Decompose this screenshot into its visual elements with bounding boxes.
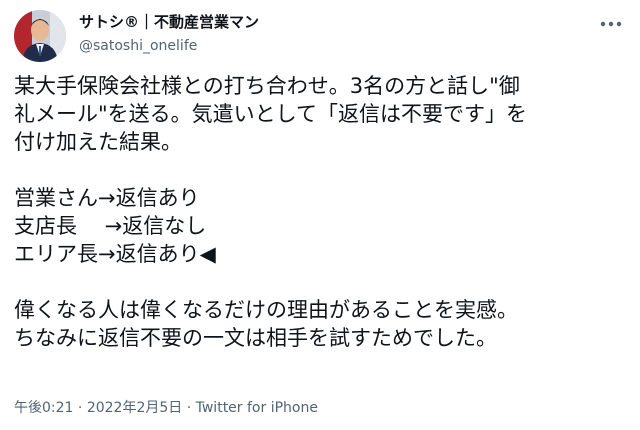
tweet-card: サトシ®｜不動産営業マン @satoshi_onelife 某大手保険会社様との…	[0, 0, 640, 430]
tweet-line: エリア長→返信あり◀	[14, 242, 216, 266]
meta-separator: ·	[182, 400, 196, 416]
tweet-line: 支店長 →返信なし	[14, 214, 207, 238]
avatar[interactable]	[14, 10, 66, 62]
more-dots-icon[interactable]	[596, 14, 626, 34]
tweet-header: サトシ®｜不動産営業マン @satoshi_onelife	[14, 8, 626, 62]
tweet-source[interactable]: Twitter for iPhone	[196, 400, 318, 416]
tweet-date[interactable]: 2022年2月5日	[87, 400, 182, 416]
tweet-line: ちなみに返信不要の一文は相手を試すためでした。	[14, 326, 497, 350]
tweet-meta: 午後0:21 · 2022年2月5日 · Twitter for iPhone	[14, 398, 318, 418]
user-names: サトシ®｜不動産営業マン @satoshi_onelife	[79, 12, 259, 56]
tweet-line: 営業さん→返信あり	[14, 186, 200, 210]
tweet-text: 某大手保険会社様との打ち合わせ。3名の方と話し"御 礼メール"を送る。気遣いとし…	[14, 72, 626, 352]
tweet-line: 偉くなる人は偉くなるだけの理由があることを実感。	[14, 298, 518, 322]
meta-separator: ·	[73, 400, 87, 416]
display-name[interactable]: サトシ®｜不動産営業マン	[79, 12, 259, 32]
tweet-line: 礼メール"を送る。気遣いとして「返信は不要です」を	[14, 102, 528, 126]
user-handle[interactable]: @satoshi_onelife	[79, 36, 259, 56]
tweet-line: 付け加えた結果。	[14, 130, 182, 154]
avatar-image	[14, 10, 66, 62]
tweet-line: 某大手保険会社様との打ち合わせ。3名の方と話し"御	[14, 74, 520, 98]
tweet-time[interactable]: 午後0:21	[14, 400, 73, 416]
